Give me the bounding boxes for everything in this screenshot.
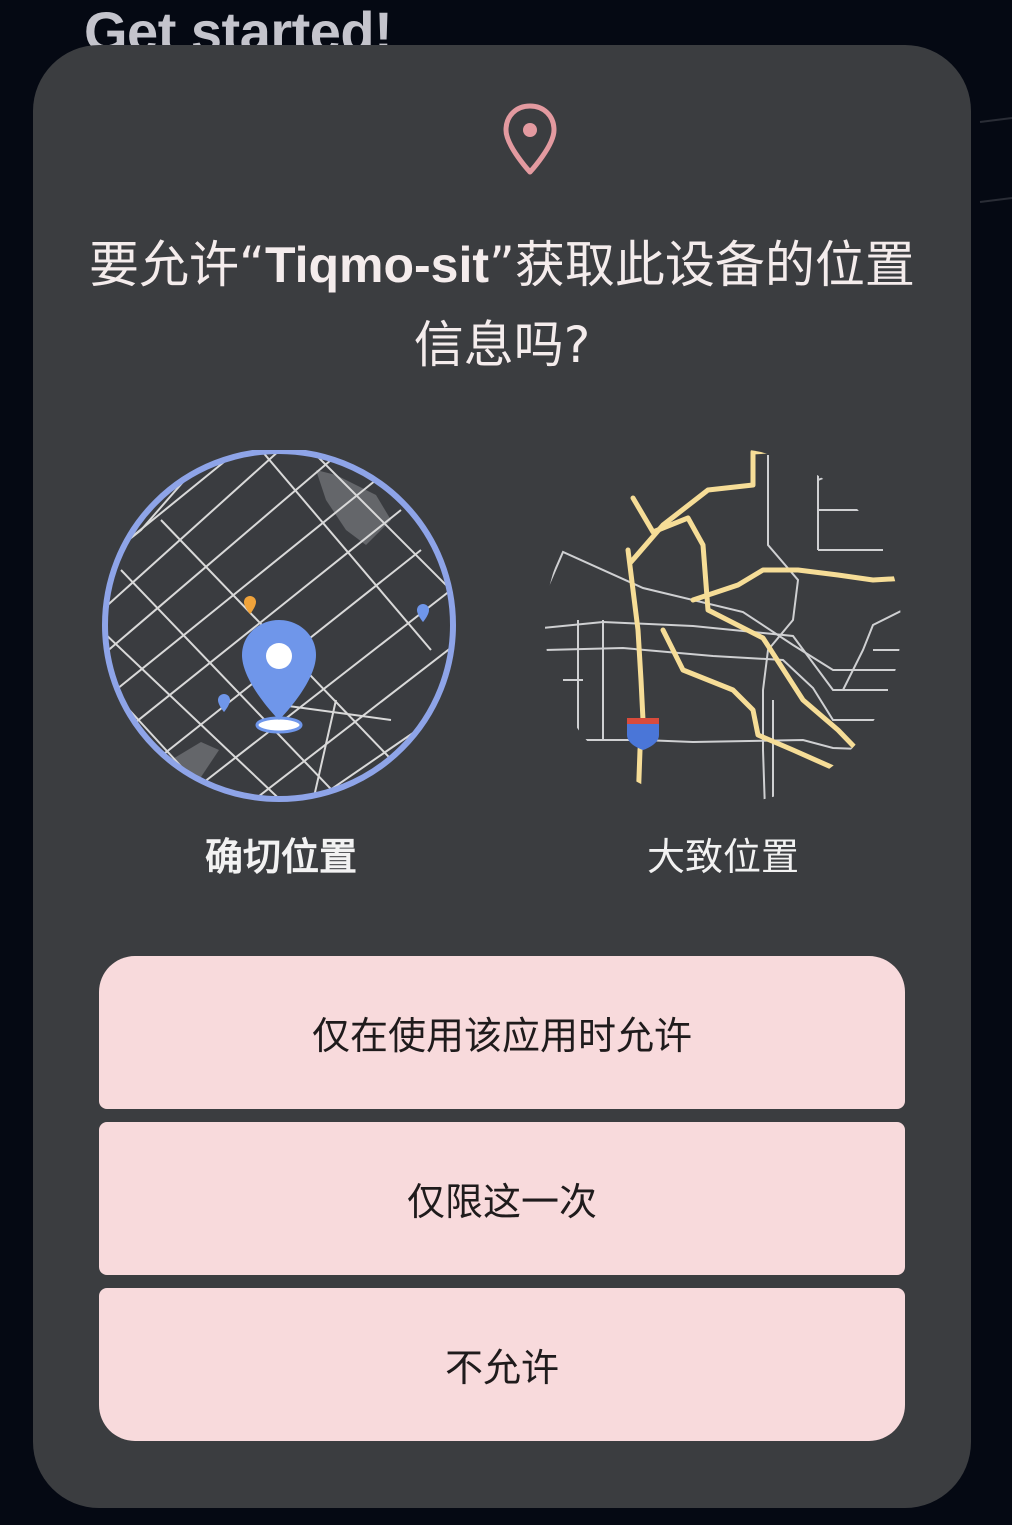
precise-location-label: 确切位置	[204, 835, 357, 879]
dialog-title: 要允许“Tiqmo-sit”获取此设备的位置信息吗?	[73, 225, 931, 385]
location-pin-icon	[503, 103, 557, 175]
dialog-title-app-name: Tiqmo-sit	[264, 237, 490, 293]
allow-only-this-time-button[interactable]: 仅限这一次	[99, 1122, 905, 1275]
dialog-title-suffix: ”获取此设备的位置信息吗?	[413, 236, 915, 374]
allow-while-using-app-button[interactable]: 仅在使用该应用时允许	[99, 956, 905, 1109]
approximate-location-label: 大致位置	[646, 835, 799, 879]
precise-location-option[interactable]: 确切位置	[101, 450, 461, 879]
deny-button[interactable]: 不允许	[99, 1288, 905, 1441]
dialog-title-prefix: 要允许“	[89, 236, 265, 294]
approximate-location-map-icon	[545, 450, 901, 804]
location-permission-dialog: 要允许“Tiqmo-sit”获取此设备的位置信息吗? 确切位置 大致位置 仅在使…	[33, 45, 971, 1508]
precise-location-map-icon	[102, 450, 456, 802]
highway-shield-icon	[627, 718, 659, 750]
approximate-location-option[interactable]: 大致位置	[543, 450, 903, 879]
